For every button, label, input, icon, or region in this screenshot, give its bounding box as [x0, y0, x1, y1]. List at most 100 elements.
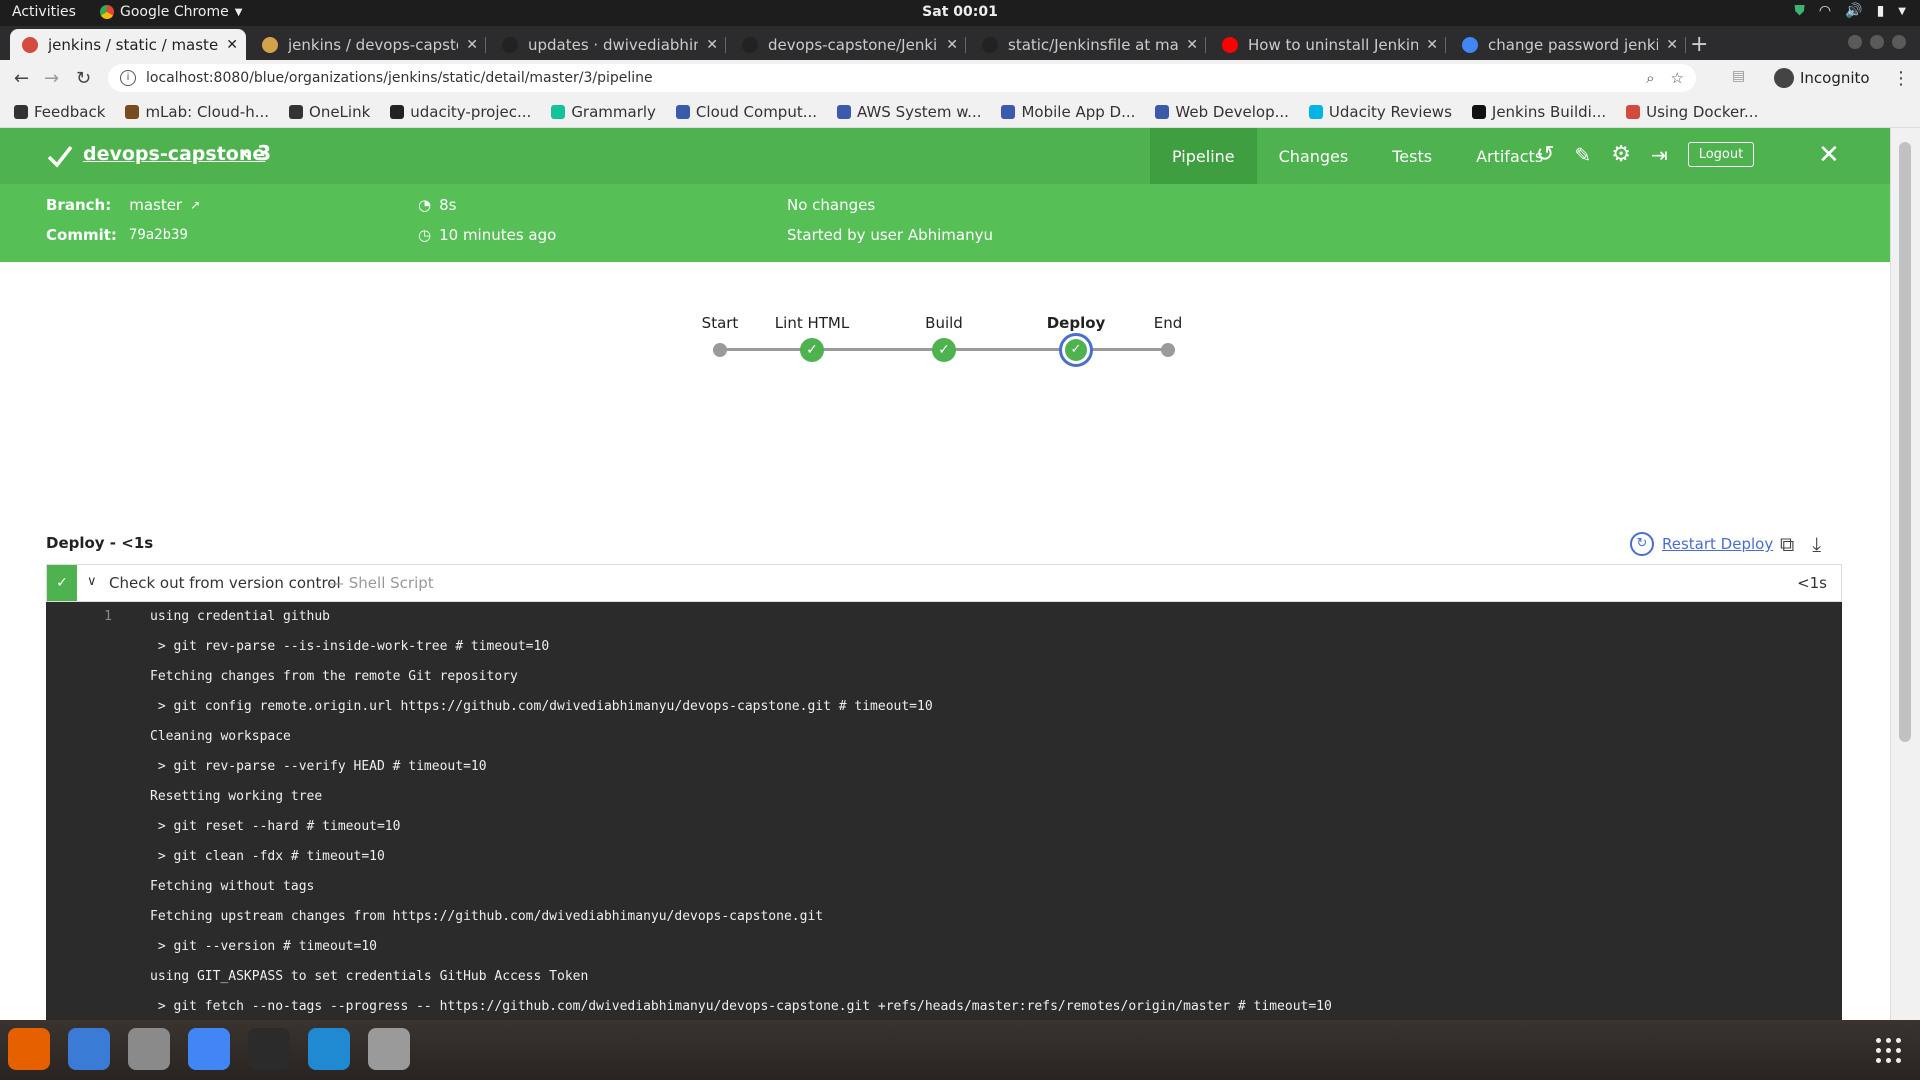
bookmark-item[interactable]: AWS System w...	[837, 103, 981, 121]
browser-tab[interactable]: change password jenkins ✕	[1450, 29, 1686, 60]
tab-changes[interactable]: Changes	[1257, 128, 1371, 184]
tab-favicon-icon	[742, 36, 758, 53]
download-icon[interactable]: ⤓	[1812, 532, 1821, 556]
log-line-number[interactable]: 1	[46, 602, 112, 632]
branch-value[interactable]: master	[129, 196, 182, 214]
chevron-left-icon[interactable]: ‹	[242, 141, 250, 165]
close-tab-icon[interactable]: ✕	[1666, 37, 1678, 53]
stage-success-node[interactable]: ✓	[932, 338, 956, 362]
bookmark-icon	[125, 104, 140, 119]
close-icon[interactable]: ✕	[1818, 140, 1840, 170]
close-tab-icon[interactable]: ✕	[466, 37, 478, 53]
step-row[interactable]: ✓ ∨ Check out from version control — She…	[46, 564, 1842, 602]
stage-selected-node[interactable]: ✓	[1059, 333, 1093, 367]
bookmark-item[interactable]: Cloud Comput...	[675, 103, 817, 121]
url-input[interactable]: i localhost:8080/blue/organizations/jenk…	[108, 64, 1696, 92]
stage-label[interactable]: Build	[925, 314, 963, 332]
more-menu-icon[interactable]: ⋮	[1892, 68, 1910, 89]
stage-success-node[interactable]: ✓	[800, 338, 824, 362]
stage-node[interactable]	[1161, 343, 1175, 357]
clock[interactable]: Sat 00:01	[922, 4, 998, 20]
bookmark-item[interactable]: Udacity Reviews	[1308, 103, 1452, 121]
close-window-button[interactable]	[1892, 35, 1906, 49]
open-in-new-window-icon[interactable]: ⧉	[1780, 532, 1794, 556]
reload-icon[interactable]: ↻	[76, 68, 91, 89]
bookmark-label: udacity-projec...	[410, 102, 532, 121]
incognito-indicator[interactable]: Incognito	[1774, 68, 1870, 88]
started-by-info: Started by user Abhimanyu	[787, 226, 993, 244]
close-tab-icon[interactable]: ✕	[226, 37, 238, 53]
pipeline-name-link[interactable]: devops-capstone	[83, 143, 265, 165]
external-link-icon[interactable]: ↗	[190, 198, 200, 212]
tab-title: devops-capstone/Jenkinsfile	[768, 35, 938, 54]
show-applications-icon[interactable]	[1876, 1038, 1902, 1064]
close-tab-icon[interactable]: ✕	[946, 37, 958, 53]
bookmark-icon	[14, 104, 28, 119]
info-icon[interactable]: i	[120, 70, 136, 86]
tab-separator	[1685, 37, 1686, 53]
bookmark-label: Jenkins Buildi...	[1491, 102, 1607, 121]
log-line: Fetching upstream changes from https://g…	[46, 902, 1842, 932]
stage-title: Deploy - <1s	[46, 534, 154, 552]
bookmark-icon	[1155, 104, 1170, 119]
chrome-app-icon	[100, 5, 114, 19]
run-nav-tabs: Pipeline Changes Tests Artifacts	[1150, 128, 1565, 184]
exit-classic-icon[interactable]: ⇥	[1651, 143, 1668, 167]
minimize-button[interactable]	[1848, 35, 1862, 49]
thunderbird-icon[interactable]	[68, 1028, 110, 1070]
incognito-label: Incognito	[1800, 69, 1870, 87]
gear-icon[interactable]: ⚙	[1611, 142, 1631, 167]
browser-tab[interactable]: jenkins / devops-capstone ✕	[250, 29, 486, 60]
files-icon[interactable]	[128, 1028, 170, 1070]
bookmark-item[interactable]: mLab: Cloud-h...	[125, 103, 269, 121]
close-tab-icon[interactable]: ✕	[1426, 37, 1438, 53]
bookmark-item[interactable]: Web Develop...	[1155, 103, 1289, 121]
restart-deploy-button[interactable]: ↻ Restart Deploy	[1630, 532, 1773, 556]
chevron-down-icon[interactable]: ∨	[87, 574, 97, 589]
bookmark-item[interactable]: Using Docker...	[1626, 103, 1758, 121]
bookmark-item[interactable]: Jenkins Buildi...	[1471, 102, 1607, 121]
page-scrollbar[interactable]	[1890, 128, 1920, 1020]
browser-tab[interactable]: static/Jenkinsfile at master ✕	[970, 29, 1206, 60]
activities-button[interactable]: Activities	[12, 4, 76, 20]
stage-node[interactable]	[713, 343, 727, 357]
edit-icon[interactable]: ✎	[1574, 143, 1591, 167]
new-tab-button[interactable]: +	[1690, 32, 1708, 57]
star-icon[interactable]: ☆	[1671, 69, 1684, 87]
printer-icon[interactable]	[368, 1028, 410, 1070]
extension-icon[interactable]: ▤	[1732, 68, 1745, 84]
firefox-icon[interactable]	[8, 1028, 50, 1070]
browser-tab[interactable]: jenkins / static / master / ✕	[10, 29, 246, 60]
incognito-icon	[1774, 68, 1794, 88]
system-tray[interactable]: ⛊ ◠ 🔊 ▮ ▼	[1794, 3, 1906, 19]
close-tab-icon[interactable]: ✕	[1186, 37, 1198, 53]
rerun-icon[interactable]: ↺	[1536, 142, 1554, 167]
tab-separator	[485, 37, 486, 53]
terminal-icon[interactable]	[248, 1028, 290, 1070]
close-tab-icon[interactable]: ✕	[706, 37, 718, 53]
zoom-icon[interactable]: ⌕	[1646, 69, 1654, 87]
vscode-icon[interactable]	[308, 1028, 350, 1070]
bookmark-item[interactable]: Grammarly	[551, 103, 656, 121]
tab-pipeline[interactable]: Pipeline	[1150, 128, 1257, 184]
stage-label[interactable]: Deploy	[1047, 314, 1106, 332]
chrome-icon[interactable]	[188, 1028, 230, 1070]
bookmark-item[interactable]: OneLink	[289, 103, 370, 121]
maximize-button[interactable]	[1870, 35, 1884, 49]
browser-tab[interactable]: devops-capstone/Jenkinsfile ✕	[730, 29, 966, 60]
back-icon[interactable]: ←	[14, 68, 29, 89]
app-menu[interactable]: Google Chrome ▼	[100, 4, 242, 20]
bookmark-item[interactable]: Mobile App D...	[1001, 103, 1135, 121]
bookmark-item[interactable]: Feedback	[14, 103, 105, 121]
stage-label[interactable]: Start	[702, 314, 739, 332]
browser-tab[interactable]: How to uninstall Jenkins ✕	[1210, 29, 1446, 60]
forward-icon[interactable]: →	[44, 68, 59, 89]
stage-label[interactable]: End	[1154, 314, 1183, 332]
console-log[interactable]: 1 using credential github > git rev-parse…	[46, 602, 1842, 1020]
tab-tests[interactable]: Tests	[1370, 128, 1454, 184]
browser-tab[interactable]: updates · dwivediabhimanyu ✕	[490, 29, 726, 60]
logout-button[interactable]: Logout	[1687, 142, 1755, 167]
bookmark-item[interactable]: udacity-projec...	[390, 103, 531, 121]
stage-label[interactable]: Lint HTML	[775, 314, 849, 332]
scrollbar-thumb[interactable]	[1899, 142, 1911, 742]
